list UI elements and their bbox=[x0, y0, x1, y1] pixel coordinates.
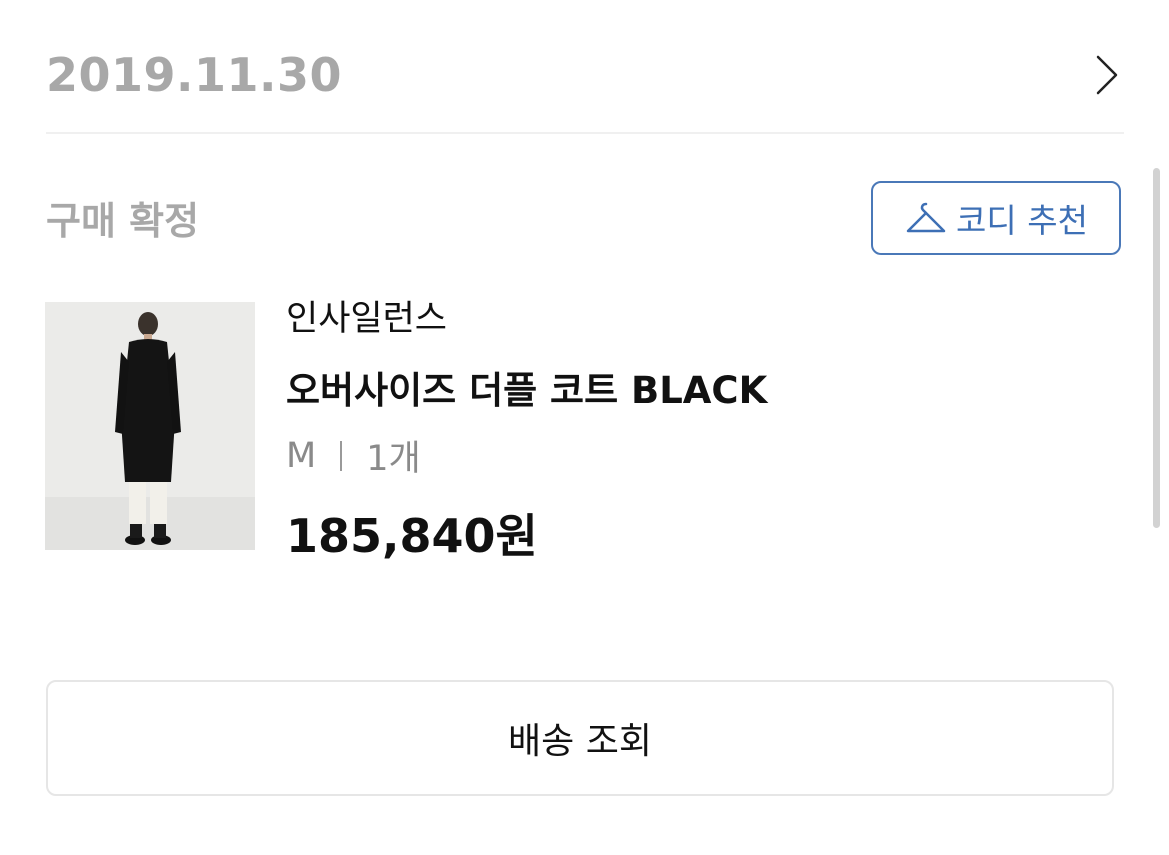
chevron-right-icon[interactable] bbox=[1090, 47, 1124, 103]
delivery-tracking-label: 배송 조회 bbox=[508, 721, 652, 762]
delivery-tracking-button[interactable]: 배송 조회 bbox=[46, 680, 1114, 796]
product-photo[interactable] bbox=[45, 302, 255, 550]
hanger-icon bbox=[904, 200, 948, 236]
codi-recommend-button[interactable]: 코디 추천 bbox=[871, 181, 1121, 255]
order-header[interactable]: 2019.11.30 bbox=[46, 40, 1124, 110]
codi-recommend-label: 코디 추천 bbox=[956, 201, 1088, 240]
product-quantity: 1개 bbox=[366, 439, 421, 479]
product-price: 185,840원 bbox=[286, 509, 538, 563]
order-status-label: 구매 확정 bbox=[46, 199, 200, 243]
header-divider bbox=[46, 132, 1124, 134]
product-size: M bbox=[286, 435, 317, 476]
order-date: 2019.11.30 bbox=[46, 48, 343, 102]
option-separator bbox=[340, 440, 343, 471]
product-brand[interactable]: 인사일런스 bbox=[286, 290, 447, 341]
scrollbar[interactable] bbox=[1153, 168, 1160, 528]
product-name[interactable]: 오버사이즈 더플 코트 BLACK bbox=[286, 360, 767, 414]
product-option: M 1개 bbox=[286, 430, 421, 481]
